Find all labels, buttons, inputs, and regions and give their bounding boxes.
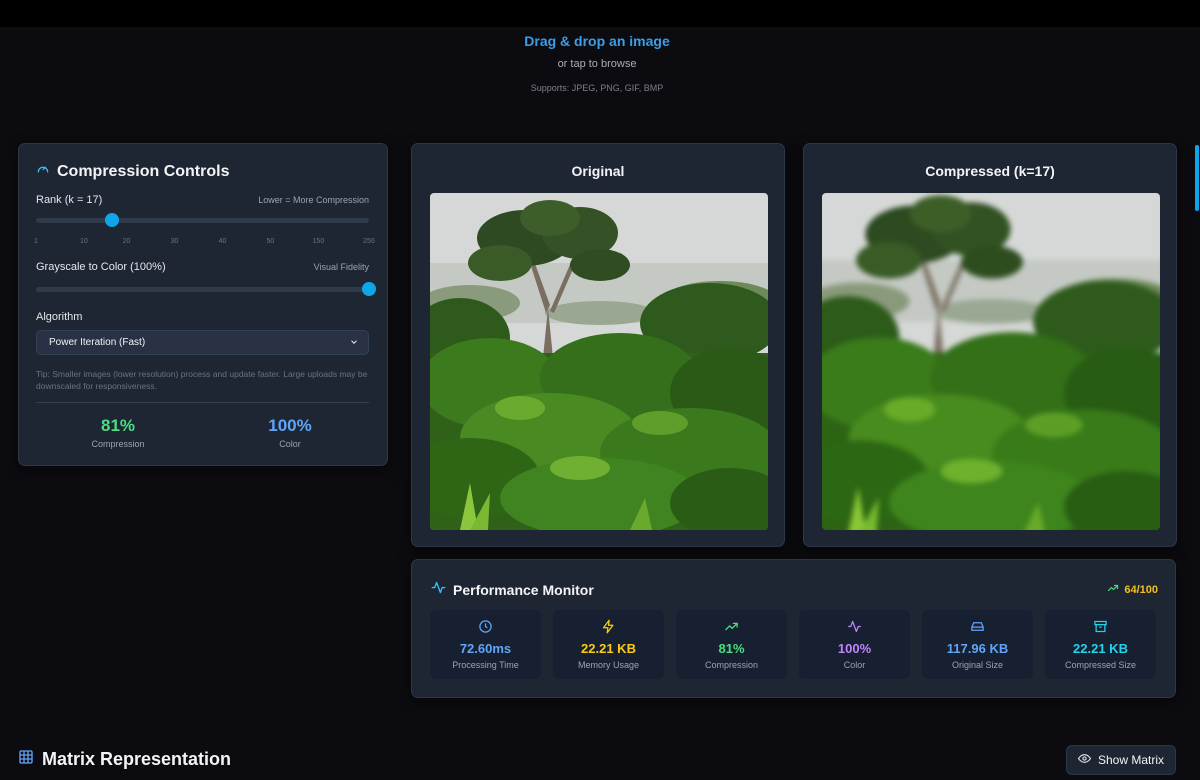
metric-label: Original Size — [951, 660, 1004, 670]
compression-stat-label: Compression — [91, 439, 145, 449]
page-scrollbar[interactable] — [1194, 27, 1200, 780]
controls-title: Compression Controls — [57, 162, 230, 180]
metric-label: Color — [843, 660, 866, 670]
rank-tick-label: 10 — [80, 238, 88, 245]
compressed-image-panel: Compressed (k=17) — [803, 143, 1177, 547]
performance-title: Performance Monitor — [453, 582, 594, 598]
tip-text: Tip: Smaller images (lower resolution) p… — [36, 369, 368, 391]
performance-monitor-panel: Performance Monitor 64/100 72.60ms Proces… — [411, 559, 1176, 698]
clock-icon — [430, 619, 541, 635]
metric-card: 22.21 KB Compressed Size — [1045, 610, 1156, 679]
compression-stat: 81% Compression — [58, 416, 178, 449]
matrix-header: Matrix Representation — [18, 749, 231, 770]
upload-supported-formats: Supports: JPEG, PNG, GIF, BMP — [530, 83, 664, 93]
algorithm-select[interactable]: Power Iteration (Fast) — [36, 330, 369, 355]
divider — [36, 402, 369, 403]
performance-score: 64/100 — [1107, 582, 1158, 597]
color-stat-label: Color — [279, 439, 301, 449]
trending-up-icon — [676, 619, 787, 635]
compression-stat-value: 81% — [100, 416, 136, 435]
metric-value: 22.21 KB — [581, 641, 636, 656]
metric-card: 100% Color — [799, 610, 910, 679]
metric-value: 100% — [837, 641, 872, 656]
show-matrix-label: Show Matrix — [1097, 753, 1165, 767]
original-image — [430, 193, 768, 530]
rank-tick-label: 1 — [34, 238, 38, 245]
grid-icon — [18, 749, 34, 770]
rank-tick-label: 50 — [266, 238, 275, 245]
chevron-down-icon — [349, 334, 359, 352]
metric-card: 81% Compression — [676, 610, 787, 679]
metric-label: Memory Usage — [577, 660, 640, 670]
scrollbar-thumb[interactable] — [1195, 145, 1199, 211]
hard-drive-icon — [922, 619, 1033, 635]
metric-label: Processing Time — [452, 660, 519, 670]
compressed-image — [822, 193, 1160, 530]
upload-subtitle: or tap to browse — [557, 58, 637, 70]
color-stat-value: 100% — [268, 416, 312, 435]
activity-icon — [799, 619, 910, 635]
metric-card: 22.21 KB Memory Usage — [553, 610, 664, 679]
original-image-panel: Original — [411, 143, 785, 547]
metric-label: Compressed Size — [1064, 660, 1137, 670]
rank-slider[interactable] — [36, 213, 369, 227]
show-matrix-button[interactable]: Show Matrix — [1066, 745, 1176, 775]
metric-cards: 72.60ms Processing Time 22.21 KB Memory Usa… — [430, 610, 1156, 679]
activity-icon — [431, 580, 446, 600]
rank-tick-label: 30 — [170, 238, 179, 245]
metric-card: 117.96 KB Original Size — [922, 610, 1033, 679]
rank-tick-label: 20 — [122, 238, 131, 245]
color-slider[interactable] — [36, 282, 376, 296]
gauge-icon — [36, 162, 50, 181]
rank-tick-label: 150 — [312, 238, 325, 245]
trending-up-icon — [1107, 582, 1119, 597]
rank-tick-labels: 1 10 20 30 40 50 150 256 — [34, 238, 375, 248]
zap-icon — [553, 619, 664, 635]
performance-score-value: 64/100 — [1124, 583, 1158, 596]
color-stat: 100% Color — [230, 416, 350, 449]
color-label: Grayscale to Color (100%) — [36, 261, 166, 273]
eye-icon — [1077, 752, 1092, 768]
browser-top-bar — [0, 0, 1200, 27]
metric-label: Compression — [704, 660, 759, 670]
rank-tick-label: 40 — [218, 238, 227, 245]
compression-controls-panel: Compression Controls Rank (k = 17) Lower… — [18, 143, 388, 466]
color-hint: Visual Fidelity — [313, 262, 369, 272]
rank-label: Rank (k = 17) — [36, 194, 103, 206]
metric-value: 22.21 KB — [1073, 641, 1128, 656]
upload-title[interactable]: Drag & drop an image — [0, 33, 1194, 49]
algorithm-label: Algorithm — [36, 311, 83, 323]
original-image-title: Original — [571, 163, 625, 179]
algorithm-selected-value: Power Iteration (Fast) — [49, 337, 146, 348]
color-slider-thumb[interactable] — [362, 282, 376, 296]
matrix-title: Matrix Representation — [42, 749, 232, 769]
metric-value: 81% — [718, 641, 745, 656]
rank-slider-thumb[interactable] — [105, 213, 120, 227]
upload-dropzone[interactable]: Drag & drop an image or tap to browse Su… — [0, 27, 1194, 93]
archive-icon — [1045, 619, 1156, 635]
rank-hint: Lower = More Compression — [258, 195, 369, 205]
metric-value: 117.96 KB — [946, 641, 1009, 656]
metric-value: 72.60ms — [459, 641, 512, 656]
rank-tick-label: 256 — [363, 238, 375, 245]
metric-card: 72.60ms Processing Time — [430, 610, 541, 679]
compressed-image-title: Compressed (k=17) — [925, 163, 1055, 179]
